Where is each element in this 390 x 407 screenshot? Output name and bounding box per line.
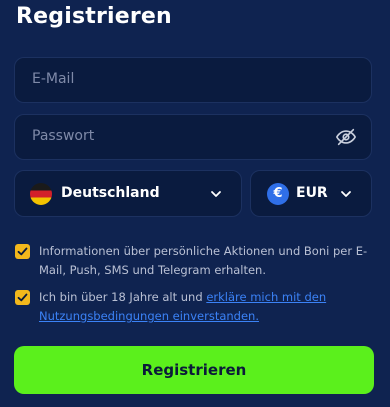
marketing-consent-checkbox[interactable] (15, 244, 30, 259)
eye-off-icon[interactable] (335, 126, 357, 148)
age-consent-label: Ich bin über 18 Jahre alt und (39, 290, 207, 304)
euro-icon: € (267, 183, 289, 205)
age-consent-text: Ich bin über 18 Jahre alt und erkläre mi… (39, 288, 369, 326)
currency-select[interactable]: € EUR (250, 170, 372, 217)
checkmark-icon (17, 293, 28, 302)
age-consent-checkbox[interactable] (15, 290, 30, 305)
page-title: Registrieren (16, 4, 172, 29)
flag-germany-icon (30, 183, 52, 205)
email-field[interactable]: E-Mail (14, 57, 372, 103)
marketing-consent-text: Informationen über persönliche Aktionen … (39, 244, 368, 277)
country-label: Deutschland (61, 185, 160, 201)
email-placeholder: E-Mail (32, 71, 75, 87)
chevron-down-icon (211, 191, 221, 197)
chevron-down-icon (341, 191, 351, 197)
checkmark-icon (17, 247, 28, 256)
register-button[interactable]: Registrieren (14, 346, 374, 394)
password-field[interactable]: Passwort (14, 114, 372, 160)
currency-label: EUR (296, 185, 328, 201)
password-placeholder: Passwort (32, 128, 95, 144)
country-select[interactable]: Deutschland (14, 170, 242, 217)
